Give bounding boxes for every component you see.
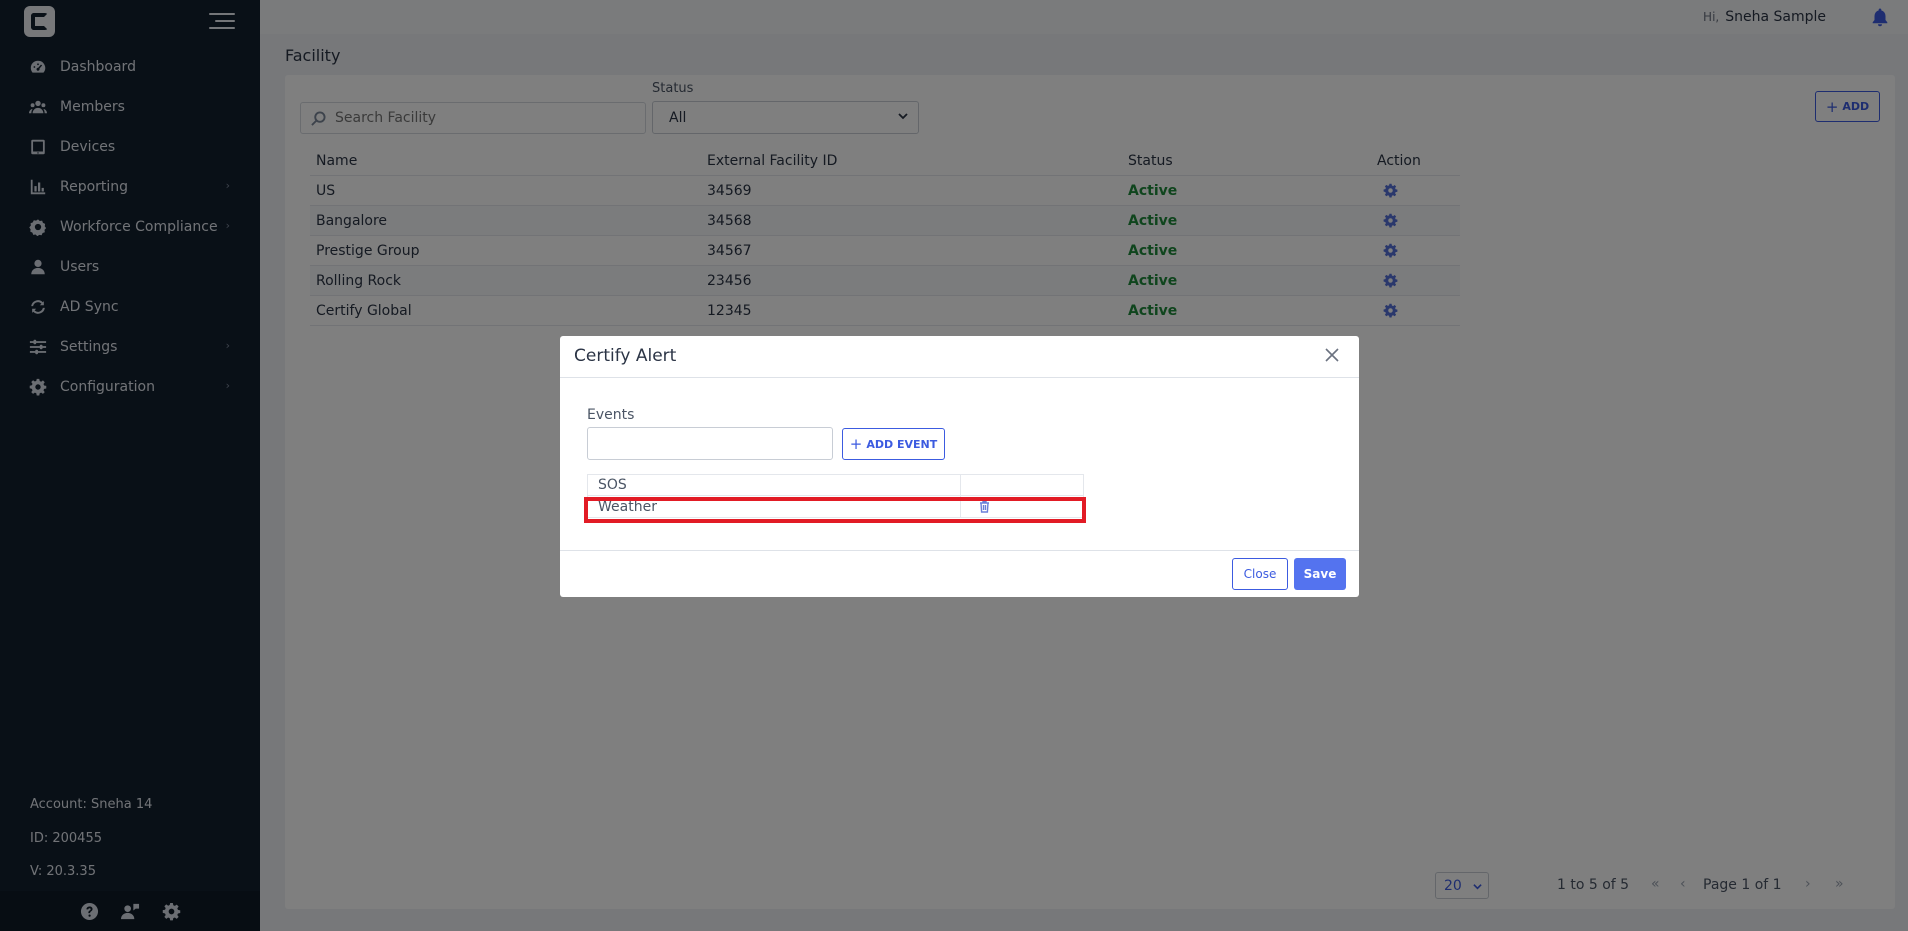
event-name: SOS: [588, 475, 961, 495]
modal-title: Certify Alert: [574, 346, 677, 366]
plus-icon: +: [849, 435, 863, 453]
certify-alert-modal: Certify Alert Events + ADD EVENT SOS Wea…: [560, 336, 1359, 597]
close-icon[interactable]: [1323, 346, 1341, 364]
event-actions: [961, 475, 1083, 495]
event-input[interactable]: [587, 427, 833, 460]
events-label: Events: [587, 407, 635, 423]
modal-header: Certify Alert: [560, 336, 1359, 378]
event-row: SOS: [587, 474, 1084, 496]
add-event-label: ADD EVENT: [866, 437, 938, 451]
highlight-box: [584, 497, 1086, 523]
save-button[interactable]: Save: [1294, 558, 1346, 590]
modal-footer: Close Save: [560, 550, 1359, 597]
add-event-button[interactable]: + ADD EVENT: [842, 428, 945, 460]
close-button[interactable]: Close: [1232, 558, 1288, 590]
